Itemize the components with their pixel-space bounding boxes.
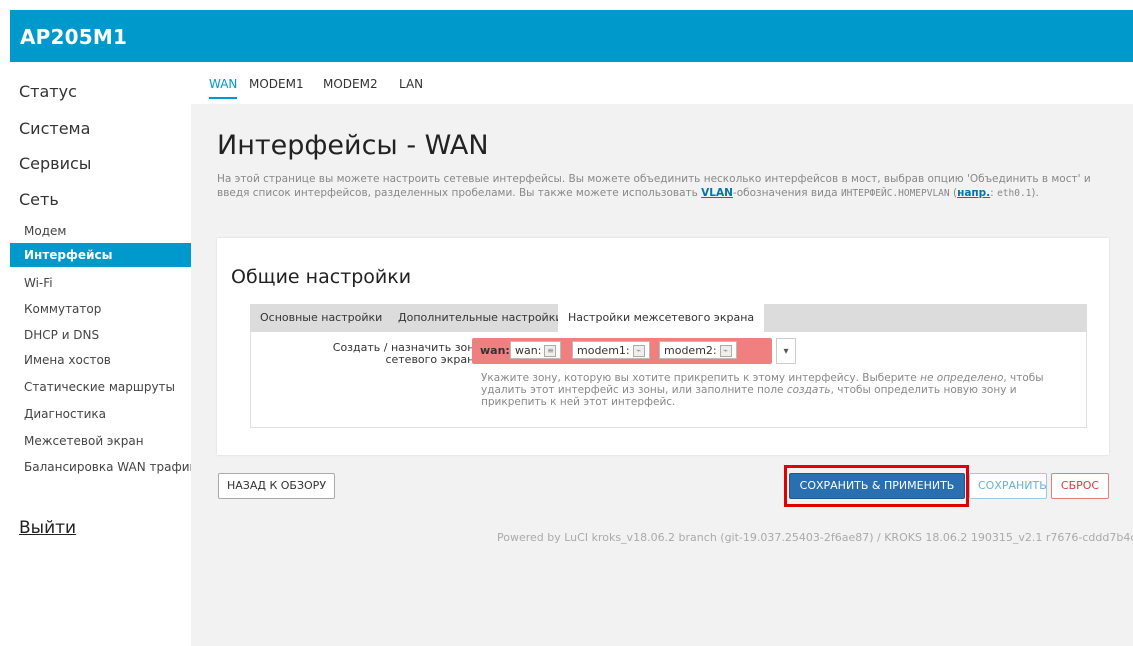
zone-field-label: Создать / назначить зону сетевого экрана — [332, 341, 481, 366]
page-description: На этой странице вы можете настроить сет… — [217, 172, 1107, 201]
general-settings-card: Общие настройки Основные настройки Допол… — [217, 238, 1109, 455]
subtab-basic[interactable]: Основные настройки — [250, 304, 392, 332]
help-term-create: создать — [786, 384, 831, 396]
firewall-zone-row: Создать / назначить зону сетевого экрана… — [250, 332, 1087, 428]
tab-wan[interactable]: WAN — [209, 77, 238, 99]
zone-selected-name: wan: — [480, 344, 510, 357]
zone-chip-label: modem1: — [577, 344, 630, 357]
zone-help-text: Укажите зону, которую вы хотите прикрепи… — [481, 372, 1061, 408]
zone-select[interactable]: wan: wan: ≡ modem1: ⌁ modem2: ⌁ — [472, 338, 772, 364]
interface-tabs: WAN MODEM1 MODEM2 LAN — [191, 62, 1133, 104]
settings-subtabs: Основные настройки Дополнительные настро… — [250, 304, 1087, 332]
desc-text: -обозначения вида — [732, 187, 841, 199]
network-icon: ≡ — [544, 345, 557, 357]
help-term-unspecified: не определено — [920, 372, 1004, 384]
sidebar-item-static-routes[interactable]: Статические маршруты — [10, 375, 191, 399]
zone-chip-modem2: modem2: ⌁ — [659, 341, 737, 359]
sidebar-item-switch[interactable]: Коммутатор — [10, 297, 191, 321]
section-title: Общие настройки — [231, 266, 412, 288]
footer-text: Powered by LuCI kroks_v18.06.2 branch (g… — [497, 531, 1133, 544]
desc-code-example: eth0.1 — [997, 188, 1032, 199]
zone-chip-modem1: modem1: ⌁ — [572, 341, 650, 359]
save-apply-button[interactable]: СОХРАНИТЬ & ПРИМЕНИТЬ — [789, 473, 965, 499]
tab-modem2[interactable]: MODEM2 — [323, 77, 378, 97]
tab-lan[interactable]: LAN — [399, 77, 423, 97]
sidebar-item-hostnames[interactable]: Имена хостов — [10, 348, 191, 372]
sidebar-item-network[interactable]: Сеть — [19, 190, 59, 209]
main-content: WAN MODEM1 MODEM2 LAN Интерфейсы - WAN Н… — [191, 62, 1133, 646]
sidebar-item-firewall[interactable]: Межсетевой экран — [10, 429, 191, 453]
subtab-firewall[interactable]: Настройки межсетевого экрана — [558, 304, 765, 332]
top-header: AP205M1 — [10, 10, 1133, 62]
sidebar-item-system[interactable]: Система — [19, 119, 90, 138]
help-text: Укажите зону, которую вы хотите прикрепи… — [481, 372, 921, 384]
sidebar-item-modem[interactable]: Модем — [10, 219, 191, 243]
sidebar-item-wan-balancing[interactable]: Балансировка WAN трафик — [10, 455, 197, 479]
desc-text: ). — [1031, 187, 1039, 199]
logout-link[interactable]: Выйти — [19, 518, 76, 538]
network-icon: ⌁ — [719, 345, 732, 357]
sidebar-item-interfaces[interactable]: Интерфейсы — [10, 243, 191, 267]
subtab-advanced[interactable]: Дополнительные настройки — [388, 304, 573, 332]
zone-chip-label: wan: — [515, 344, 542, 357]
brand-title: AP205M1 — [20, 25, 128, 49]
example-link[interactable]: напр. — [957, 187, 990, 199]
desc-code: ИНТЕРФЕЙС.НОМЕРVLAN — [840, 188, 950, 199]
zone-chip-label: modem2: — [664, 344, 717, 357]
save-button[interactable]: СОХРАНИТЬ — [969, 473, 1047, 499]
sidebar-item-wifi[interactable]: Wi-Fi — [10, 271, 191, 295]
network-icon: ⌁ — [632, 345, 645, 357]
sidebar-item-diagnostics[interactable]: Диагностика — [10, 402, 191, 426]
tab-modem1[interactable]: MODEM1 — [249, 77, 304, 97]
vlan-link[interactable]: VLAN — [701, 187, 733, 199]
reset-button[interactable]: СБРОС — [1051, 473, 1109, 499]
sidebar-item-services[interactable]: Сервисы — [19, 154, 91, 173]
page-title: Интерфейсы - WAN — [217, 130, 489, 161]
sidebar-item-dhcp-dns[interactable]: DHCP и DNS — [10, 323, 191, 347]
sidebar-item-status[interactable]: Статус — [19, 82, 77, 101]
zone-chip-wan: wan: ≡ — [510, 341, 562, 359]
desc-text: ( — [949, 187, 958, 199]
sidebar: Статус Система Сервисы Сеть Модем Интерф… — [10, 62, 197, 646]
back-to-overview-button[interactable]: НАЗАД К ОБЗОРУ — [218, 473, 336, 499]
caret-down-icon[interactable]: ▾ — [776, 338, 796, 364]
